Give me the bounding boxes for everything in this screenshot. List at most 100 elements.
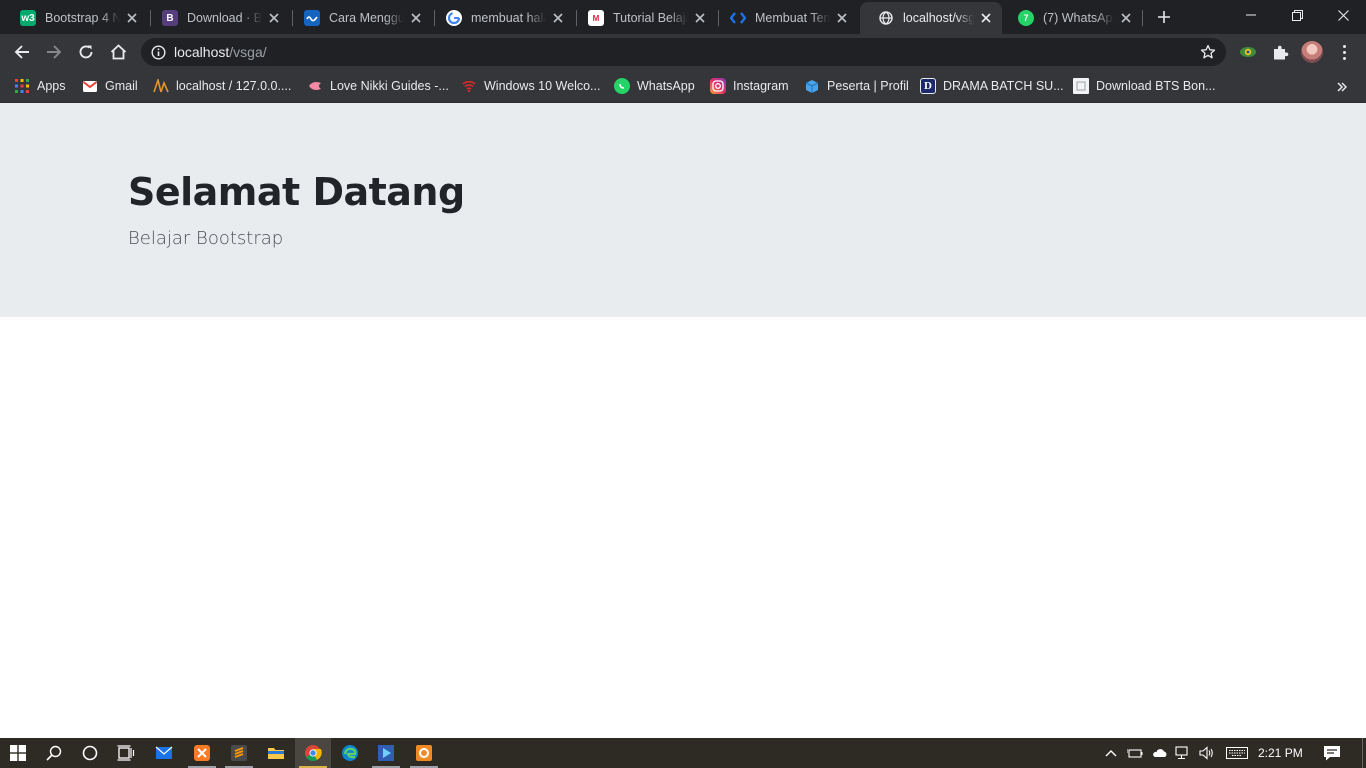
tab-membuat-template[interactable]: Membuat Tem: [712, 2, 858, 34]
start-button[interactable]: [0, 738, 36, 768]
sublime-text-icon: [231, 745, 247, 761]
windows-taskbar: 2:21 PM: [0, 738, 1366, 768]
show-desktop-button[interactable]: [1362, 738, 1363, 768]
taskbar-xampp[interactable]: [184, 738, 220, 768]
bookmark-label: Windows 10 Welco...: [484, 79, 601, 93]
bookmark-label: Apps: [37, 79, 66, 93]
close-icon[interactable]: [550, 10, 566, 26]
profile-avatar[interactable]: [1301, 41, 1323, 63]
close-icon[interactable]: [834, 10, 850, 26]
taskbar-mail[interactable]: [146, 738, 182, 768]
tab-title: Tutorial Belajar: [613, 11, 688, 25]
tab-localhost-vsga[interactable]: localhost/vsga: [860, 2, 1002, 34]
windows-logo-icon: [10, 745, 26, 761]
extension-button[interactable]: [1238, 42, 1258, 62]
tray-overflow-chevron-icon[interactable]: [1103, 745, 1119, 761]
bookmark-download-bts[interactable]: Download BTS Bon...: [1073, 75, 1216, 97]
dot: [1342, 50, 1346, 54]
edge-icon: [342, 745, 358, 761]
plus-icon: [1158, 11, 1170, 23]
bookmark-gmail[interactable]: Gmail: [82, 75, 138, 97]
tab-cara-menggunakan[interactable]: Cara Menggun: [286, 2, 432, 34]
page-lead: Belajar Bootstrap: [128, 228, 284, 249]
forward-button[interactable]: [40, 38, 68, 66]
reload-icon: [79, 45, 93, 59]
mail-icon: [155, 746, 173, 759]
close-icon[interactable]: [266, 10, 282, 26]
tab-title: localhost/vsga: [903, 11, 974, 25]
volume-icon[interactable]: [1199, 745, 1215, 761]
extensions-menu-button[interactable]: [1270, 42, 1290, 62]
onedrive-cloud-icon[interactable]: [1152, 745, 1168, 761]
new-tab-button[interactable]: [1152, 5, 1176, 29]
restore-button[interactable]: [1274, 0, 1320, 30]
code-icon: [730, 10, 746, 26]
bookmark-windows10[interactable]: Windows 10 Welco...: [461, 75, 600, 97]
chevron-double-right-icon: [1337, 82, 1347, 92]
more-bookmarks-button[interactable]: [1334, 79, 1350, 95]
jumbotron: Selamat Datang Belajar Bootstrap: [0, 103, 1366, 317]
tab-membuat-halaman[interactable]: membuat hala: [428, 2, 574, 34]
tab-download-bootstrap[interactable]: B Download · Bo: [144, 2, 290, 34]
address-bar[interactable]: localhost/vsga/: [141, 38, 1226, 66]
network-icon[interactable]: [1175, 745, 1191, 761]
action-center-button[interactable]: [1322, 744, 1342, 762]
taskbar-chrome[interactable]: [295, 738, 331, 768]
minimize-button[interactable]: [1228, 0, 1274, 30]
taskbar-edge[interactable]: [332, 738, 368, 768]
apps-grid-icon: [14, 78, 30, 94]
tab-whatsapp[interactable]: 7 (7) WhatsApp: [1000, 2, 1142, 34]
google-icon: [446, 10, 462, 26]
bookmark-label: Love Nikki Guides -...: [330, 79, 449, 93]
bookmark-instagram[interactable]: Instagram: [710, 75, 789, 97]
close-icon[interactable]: [1118, 10, 1134, 26]
page-title: Selamat Datang: [128, 170, 465, 214]
cortana-button[interactable]: [72, 738, 108, 768]
whatsapp-icon: 7: [1018, 10, 1034, 26]
info-icon[interactable]: [150, 44, 166, 60]
bookmark-star-icon[interactable]: [1200, 44, 1216, 60]
minimize-icon: [1246, 14, 1256, 16]
bookmark-apps[interactable]: Apps: [14, 75, 66, 97]
home-button[interactable]: [104, 38, 132, 66]
task-view-button[interactable]: [108, 738, 144, 768]
taskbar-sublime[interactable]: [221, 738, 257, 768]
close-icon[interactable]: [692, 10, 708, 26]
task-view-icon: [117, 745, 135, 761]
w3schools-icon: w3: [20, 10, 36, 26]
tab-bootstrap-nav[interactable]: w3 Bootstrap 4 Na: [2, 2, 148, 34]
bookmark-label: WhatsApp: [637, 79, 695, 93]
tab-title: Membuat Tem: [755, 11, 830, 25]
taskbar-media-player[interactable]: [368, 738, 404, 768]
close-icon[interactable]: [978, 10, 994, 26]
arrow-left-icon: [14, 45, 29, 59]
clock[interactable]: 2:21 PM: [1258, 738, 1303, 768]
bookmark-drama-batch[interactable]: D DRAMA BATCH SU...: [920, 75, 1064, 97]
taskbar-orange-app[interactable]: [406, 738, 442, 768]
bookmark-whatsapp[interactable]: WhatsApp: [614, 75, 695, 97]
keyboard-icon[interactable]: [1226, 745, 1248, 761]
close-icon[interactable]: [124, 10, 140, 26]
close-icon[interactable]: [408, 10, 424, 26]
close-window-button[interactable]: [1320, 0, 1366, 30]
bookmark-peserta-profil[interactable]: Peserta | Profil: [804, 75, 909, 97]
tab-separator: [1142, 10, 1143, 26]
tab-tutorial-belajar[interactable]: M Tutorial Belajar: [570, 2, 716, 34]
bookmark-label: Gmail: [105, 79, 138, 93]
bookmark-localhost[interactable]: localhost / 127.0.0....: [153, 75, 291, 97]
tab-title: Bootstrap 4 Na: [45, 11, 120, 25]
reload-button[interactable]: [72, 38, 100, 66]
battery-icon[interactable]: [1127, 745, 1143, 761]
restore-icon: [1291, 9, 1303, 21]
search-button[interactable]: [36, 738, 72, 768]
chrome-icon: [305, 745, 322, 761]
puzzle-icon: [1273, 45, 1288, 59]
d-letter-icon: D: [920, 78, 936, 94]
browser-menu-button[interactable]: [1336, 41, 1352, 63]
bookmark-label: Peserta | Profil: [827, 79, 909, 93]
back-button[interactable]: [8, 38, 36, 66]
arrow-right-icon: [47, 45, 62, 59]
bookmark-love-nikki[interactable]: Love Nikki Guides -...: [307, 75, 449, 97]
taskbar-file-explorer[interactable]: [258, 738, 294, 768]
close-icon: [1337, 9, 1349, 21]
